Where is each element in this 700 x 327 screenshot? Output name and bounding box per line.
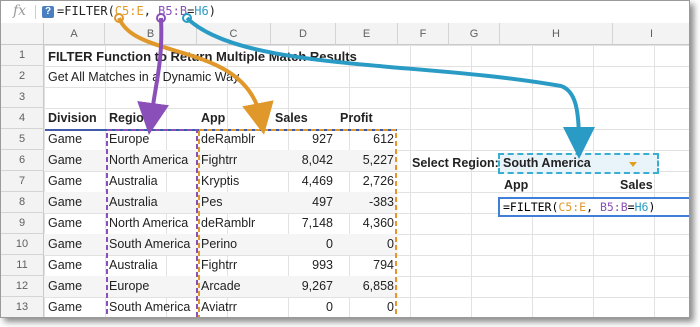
arrow-c5-e: [117, 17, 274, 135]
arrow-b5-b: [137, 17, 169, 135]
range-highlight-b5-b: [106, 129, 198, 317]
range-highlight-c5-e: [198, 129, 397, 317]
spreadsheet-window: fx ? =FILTER(C5:E, B5:B=H6) A B C D E F …: [0, 0, 690, 318]
annotation-overlay: [106, 13, 595, 317]
arrow-h6: [185, 16, 595, 159]
